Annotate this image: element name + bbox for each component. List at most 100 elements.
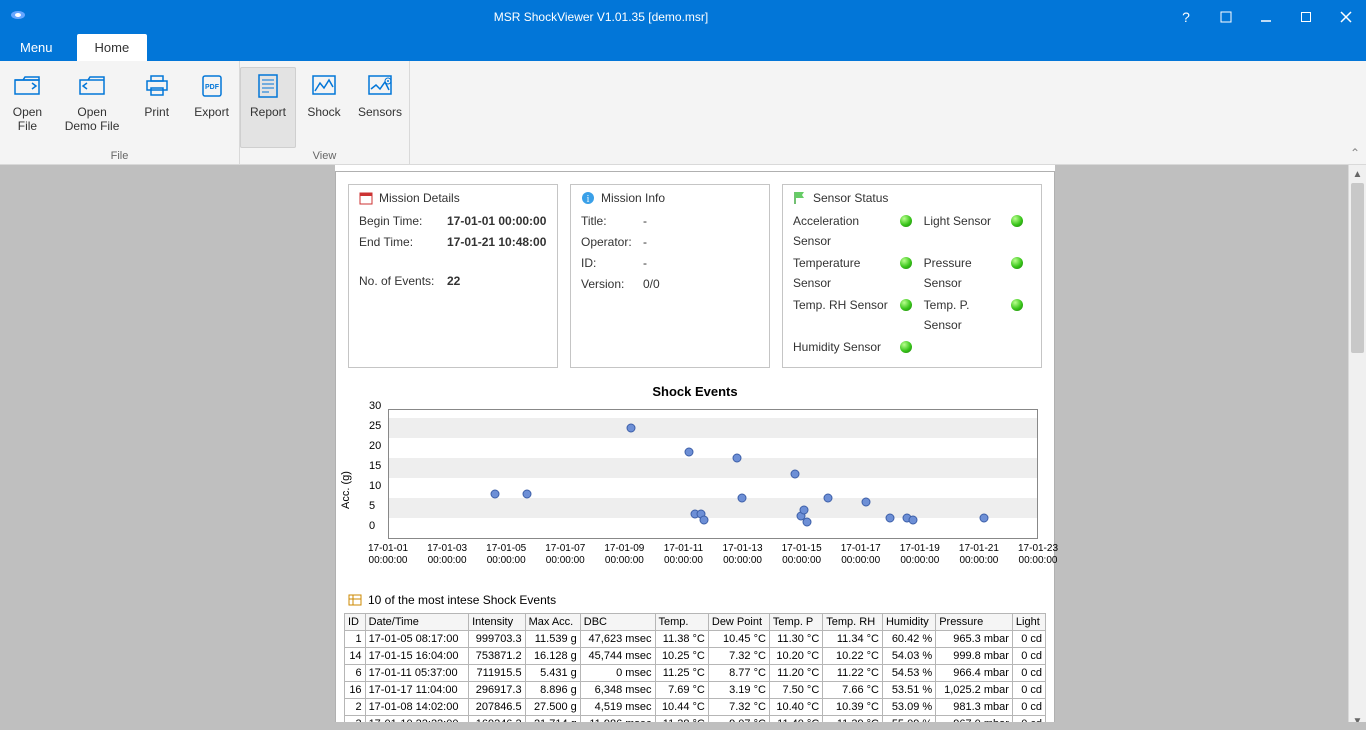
status-led (1011, 215, 1023, 227)
export-button[interactable]: PDF Export (184, 67, 239, 148)
table-caption: 10 of the most intese Shock Events (368, 593, 556, 607)
chart-point[interactable] (523, 490, 532, 499)
report-button[interactable]: Report (240, 67, 296, 148)
export-label: Export (186, 105, 237, 119)
y-axis-label: Acc. (g) (340, 471, 352, 509)
tab-bar: Menu Home (0, 33, 1366, 61)
status-led (900, 257, 912, 269)
close-button[interactable] (1326, 0, 1366, 33)
stage-right-margin: ▲ ▼ (1055, 165, 1366, 730)
column-header[interactable]: Date/Time (365, 614, 469, 631)
folder-demo-icon (57, 71, 127, 101)
chart-point[interactable] (823, 494, 832, 503)
column-header[interactable]: Temp. P (769, 614, 822, 631)
column-header[interactable]: ID (345, 614, 366, 631)
chart-point[interactable] (626, 424, 635, 433)
table-row[interactable]: 117-01-05 08:17:00999703.311.539 g47,623… (345, 631, 1046, 648)
home-tab[interactable]: Home (77, 34, 148, 61)
chart-point[interactable] (732, 454, 741, 463)
vertical-scrollbar[interactable]: ▲ ▼ (1348, 165, 1366, 730)
status-led (1011, 257, 1023, 269)
scroll-down-button[interactable]: ▼ (1349, 712, 1366, 730)
sensors-label: Sensors (354, 105, 406, 119)
chart-point[interactable] (885, 514, 894, 523)
column-header[interactable]: Light (1012, 614, 1045, 631)
mission-details-panel: Mission Details Begin Time:17-01-01 00:0… (348, 184, 558, 368)
report-label: Report (242, 105, 294, 119)
collapse-ribbon-button[interactable]: ⌃ (1350, 146, 1360, 160)
column-header[interactable]: Dew Point (708, 614, 769, 631)
status-led (900, 215, 912, 227)
column-header[interactable]: Max Acc. (525, 614, 580, 631)
mission-info-title: Mission Info (601, 191, 665, 205)
view-group-label: View (240, 148, 409, 164)
shock-button[interactable]: Shock (296, 67, 352, 148)
document-stage: Mission Details Begin Time:17-01-01 00:0… (0, 165, 1366, 730)
stage-left-margin (0, 165, 335, 730)
chart-point[interactable] (800, 506, 809, 515)
table-row[interactable]: 1417-01-15 16:04:00753871.216.128 g45,74… (345, 648, 1046, 665)
events-table: IDDate/TimeIntensityMax Acc.DBCTemp.Dew … (344, 613, 1046, 730)
info-icon: i (581, 191, 595, 205)
ribbon: OpenFile OpenDemo File Print PDF Export … (0, 61, 1366, 165)
maximize-button[interactable] (1286, 0, 1326, 33)
chart-point[interactable] (803, 518, 812, 527)
chart-area: Shock Events Acc. (g) 051015202530 17-01… (336, 380, 1054, 575)
column-header[interactable]: Humidity (882, 614, 935, 631)
open-file-label: OpenFile (2, 105, 53, 133)
table-row[interactable]: 617-01-11 05:37:00711915.55.431 g0 msec1… (345, 665, 1046, 682)
menu-tab[interactable]: Menu (0, 40, 73, 61)
folder-open-icon (2, 71, 53, 101)
chart-point[interactable] (791, 470, 800, 479)
status-led (1011, 299, 1023, 311)
sensor-status-title: Sensor Status (813, 191, 888, 205)
table-row[interactable]: 217-01-08 14:02:00207846.527.500 g4,519 … (345, 699, 1046, 716)
print-label: Print (131, 105, 182, 119)
restore-button[interactable] (1206, 0, 1246, 33)
chart-point[interactable] (685, 448, 694, 457)
svg-text:i: i (587, 194, 590, 205)
open-demo-button[interactable]: OpenDemo File (55, 67, 129, 148)
calendar-icon (359, 191, 373, 205)
status-led (900, 299, 912, 311)
scroll-up-button[interactable]: ▲ (1349, 165, 1366, 183)
svg-text:PDF: PDF (205, 84, 220, 91)
shock-label: Shock (298, 105, 350, 119)
table-row[interactable]: 1617-01-17 11:04:00296917.38.896 g6,348 … (345, 682, 1046, 699)
status-led (900, 341, 912, 353)
app-title: MSR ShockViewer V1.01.35 [demo.msr] (36, 10, 1166, 24)
minimize-button[interactable] (1246, 0, 1286, 33)
chart-point[interactable] (738, 494, 747, 503)
print-button[interactable]: Print (129, 67, 184, 148)
chart-point[interactable] (979, 514, 988, 523)
open-file-button[interactable]: OpenFile (0, 67, 55, 148)
column-header[interactable]: Temp. RH (823, 614, 883, 631)
chart-point[interactable] (491, 490, 500, 499)
mission-details-title: Mission Details (379, 191, 460, 205)
open-demo-label: OpenDemo File (57, 105, 127, 133)
chart-point[interactable] (862, 498, 871, 507)
table-row[interactable]: 317-01-10 22:22:00169246.221.714 g11,986… (345, 716, 1046, 730)
printer-icon (131, 71, 182, 101)
app-icon (0, 7, 36, 26)
chart-point[interactable] (909, 516, 918, 525)
scrollbar-thumb[interactable] (1351, 183, 1364, 353)
column-header[interactable]: Temp. (655, 614, 708, 631)
help-button[interactable]: ? (1166, 0, 1206, 33)
report-icon (242, 71, 294, 101)
x-axis-labels: 17-01-0100:00:0017-01-0300:00:0017-01-05… (388, 543, 1038, 575)
shock-chart-icon (298, 71, 350, 101)
column-header[interactable]: Intensity (469, 614, 526, 631)
column-header[interactable]: Pressure (936, 614, 1013, 631)
flag-icon (793, 191, 807, 205)
sensor-status-panel: Sensor Status Acceleration Sensor Light … (782, 184, 1042, 368)
pdf-icon: PDF (186, 71, 237, 101)
chart-title: Shock Events (348, 384, 1042, 399)
sensors-chart-icon (354, 71, 406, 101)
chart-point[interactable] (700, 516, 709, 525)
chart-plot[interactable]: 051015202530 (388, 409, 1038, 539)
sensors-button[interactable]: Sensors (352, 67, 408, 148)
file-group-label: File (0, 148, 239, 164)
events-table-section: 10 of the most intese Shock Events IDDat… (336, 593, 1054, 730)
column-header[interactable]: DBC (580, 614, 655, 631)
